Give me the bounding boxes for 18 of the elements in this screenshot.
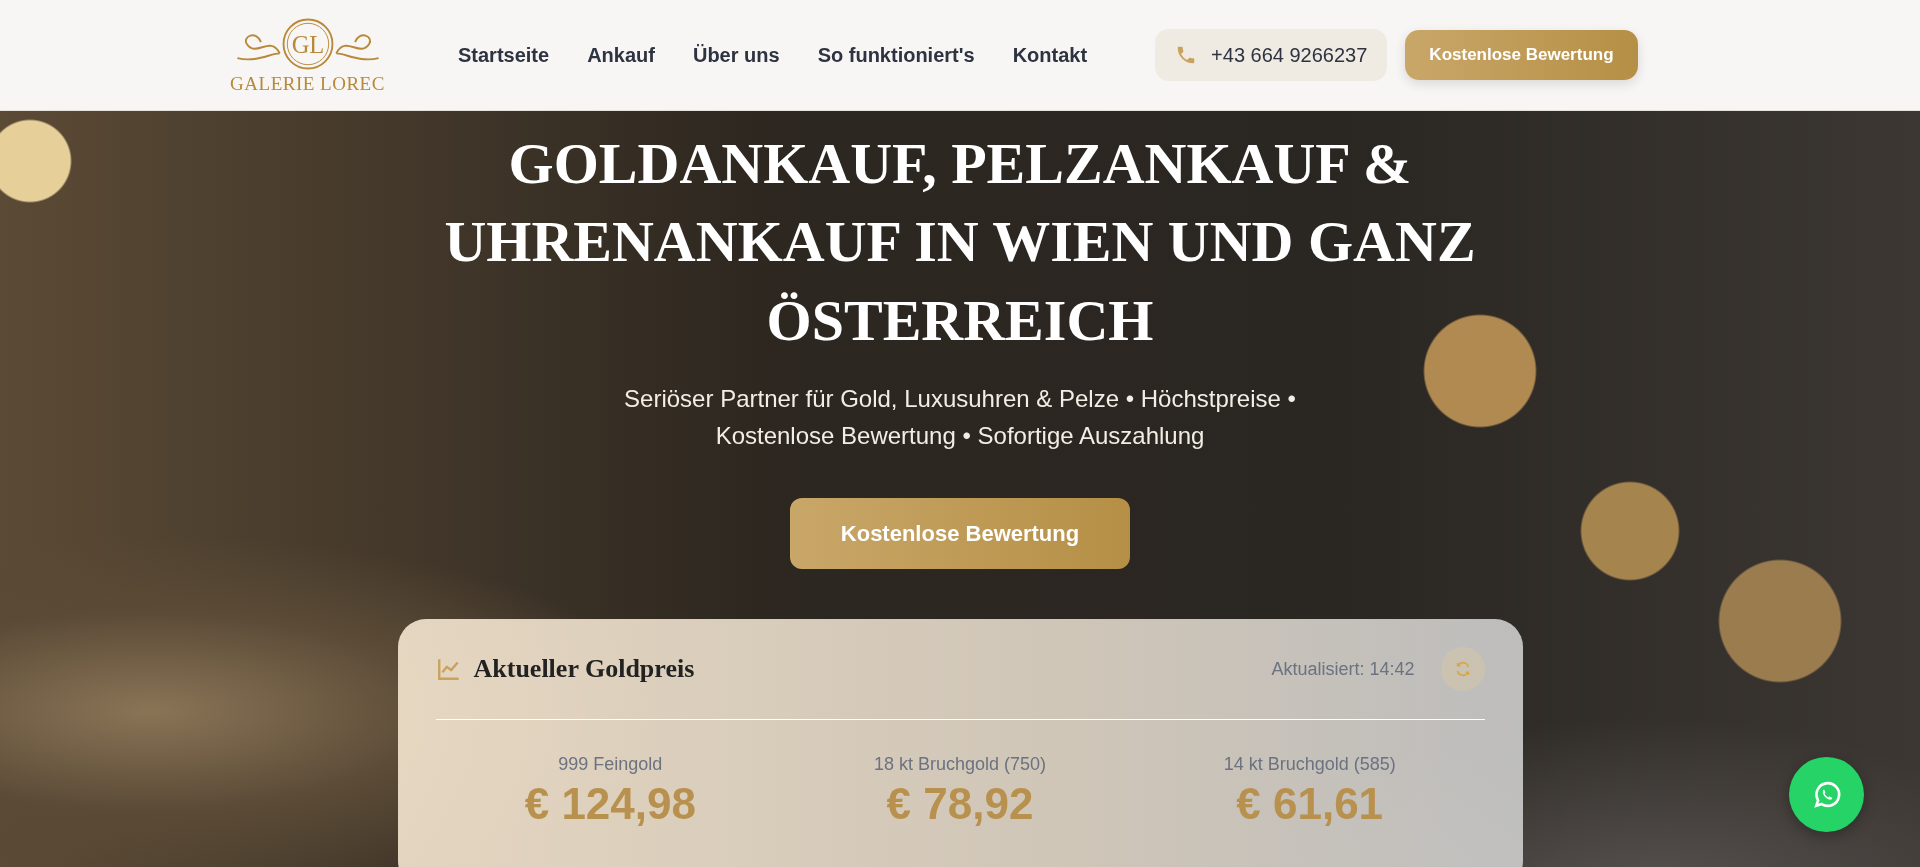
price-value: € 61,61 xyxy=(1236,779,1384,830)
card-title: Aktueller Goldpreis xyxy=(473,654,696,685)
refresh-icon xyxy=(1454,661,1471,678)
price-value: € 124,98 xyxy=(524,779,696,830)
updated-time: Aktualisiert: 14:42 xyxy=(1271,658,1415,680)
nav-link[interactable]: Über uns xyxy=(692,43,780,67)
price-label: 999 Feingold xyxy=(558,754,663,776)
hero-subtitle: Seriöser Partner für Gold, Luxusuhren & Pelze • Höchstpreise • Kostenlose Bewertung • Sofortige Auszahlung xyxy=(623,383,1297,452)
nav-link[interactable]: So funktioniert's xyxy=(817,43,975,67)
nav-link[interactable]: Kontakt xyxy=(1012,43,1088,67)
hero-title: GOLDANKAUF, PELZANKAUF & UHRENANKAUF IN WIEN UND GANZ ÖSTERREICH xyxy=(443,130,1477,355)
nav-link[interactable]: Ankauf xyxy=(587,43,655,67)
price-label: 14 kt Bruchgold (585) xyxy=(1223,754,1396,776)
nav-link[interactable]: Startseite xyxy=(458,43,550,67)
price-label: 18 kt Bruchgold (750) xyxy=(873,754,1047,776)
phone-link[interactable]: +43 664 9266237 xyxy=(1155,29,1388,81)
line-chart-icon xyxy=(435,656,462,683)
price-value: € 78,92 xyxy=(886,779,1034,830)
